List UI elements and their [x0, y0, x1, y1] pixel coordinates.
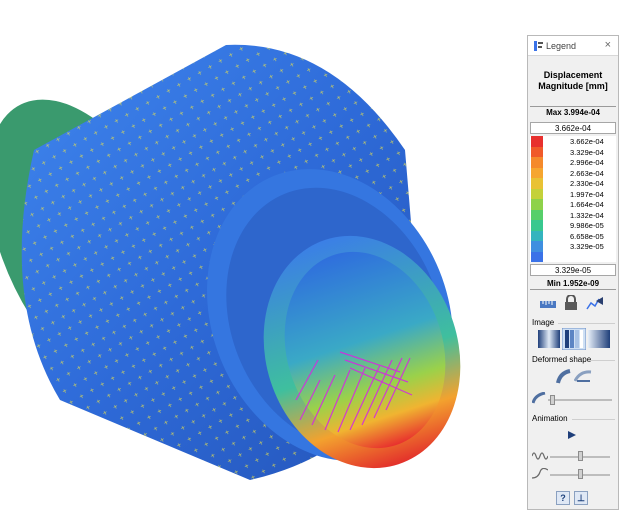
scale-label: 1.997e-04 [570, 189, 604, 199]
animation-section-divider [572, 419, 615, 420]
gradient-banded-icon[interactable] [562, 328, 586, 350]
scale-swatch [531, 241, 543, 252]
scale-label: 6.658e-05 [570, 231, 604, 241]
min-value-row: Min 1.952e-09 [530, 278, 616, 290]
scale-label: 1.332e-04 [570, 210, 604, 220]
image-section-label: Image [532, 318, 555, 327]
probe-icon[interactable] [586, 295, 604, 311]
legend-window-icon [534, 41, 543, 51]
scale-swatch [531, 220, 543, 231]
scale-swatch [531, 188, 543, 199]
scale-swatch [531, 251, 543, 262]
color-scale: 3.662e-04 3.329e-04 2.996e-04 2.663e-04 2.33… [530, 136, 616, 262]
scale-label: 3.662e-04 [570, 137, 604, 146]
scale-swatch [531, 146, 543, 157]
play-icon[interactable] [568, 431, 576, 439]
max-value-row: Max 3.994e-04 [530, 106, 616, 118]
upper-limit-field[interactable]: 3.662e-04 [530, 122, 616, 134]
ruler-icon[interactable] [540, 298, 556, 310]
result-viewport[interactable]: + [0, 0, 520, 516]
quantity-title-line1: Displacement [543, 70, 603, 80]
frames-icon [532, 468, 548, 479]
dock-icon[interactable]: ⊥ [574, 491, 588, 505]
gradient-smooth-icon[interactable] [538, 330, 560, 348]
deformed-shape-icon[interactable] [556, 369, 572, 385]
frames-thumb[interactable] [578, 469, 583, 479]
deformation-scale-thumb[interactable] [550, 395, 555, 405]
animation-section-label: Animation [532, 414, 568, 423]
scale-swatch [531, 167, 543, 178]
fea-model-render: + [0, 44, 461, 481]
amplitude-icon [532, 452, 548, 460]
image-section-divider [558, 323, 615, 324]
min-value: 1.952e-09 [562, 279, 600, 288]
legend-window-title: Legend [546, 41, 577, 51]
scale-label: 2.663e-04 [570, 168, 604, 178]
scale-label: 1.664e-04 [570, 200, 604, 209]
scale-swatch [531, 178, 543, 189]
deformed-section-label: Deformed shape [532, 355, 592, 364]
help-icon[interactable]: ? [556, 491, 570, 505]
undeformed-overlay-icon[interactable] [574, 369, 592, 383]
quantity-title-line2: Magnitude [mm] [538, 81, 608, 91]
lower-limit-field[interactable]: 3.329e-05 [530, 264, 616, 276]
min-label: Min [546, 279, 561, 288]
scale-label: 9.986e-05 [570, 221, 604, 230]
scale-swatch [531, 199, 543, 210]
legend-titlebar[interactable]: Legend × [528, 36, 618, 56]
gradient-mixed-icon[interactable] [588, 330, 610, 348]
scale-swatch [531, 157, 543, 168]
max-label: Max [546, 108, 562, 117]
max-value: 3.994e-04 [563, 108, 600, 117]
quantity-title: Displacement Magnitude [mm] [528, 70, 618, 92]
scale-label: 2.330e-04 [570, 179, 604, 188]
scale-swatch [531, 136, 543, 147]
amplitude-thumb[interactable] [578, 451, 583, 461]
legend-panel: Legend × Displacement Magnitude [mm] Max… [527, 35, 619, 510]
scale-label: 2.996e-04 [570, 158, 604, 167]
deformation-scale-track[interactable] [548, 399, 612, 401]
scale-slider-icon [532, 392, 546, 404]
close-icon[interactable]: × [605, 39, 611, 51]
scale-label: 3.329e-05 [570, 242, 604, 251]
lock-icon[interactable] [564, 295, 578, 311]
scale-label: 3.329e-04 [570, 147, 604, 157]
scale-swatch [531, 209, 543, 220]
scale-swatch [531, 230, 543, 241]
deformed-section-divider [590, 360, 615, 361]
